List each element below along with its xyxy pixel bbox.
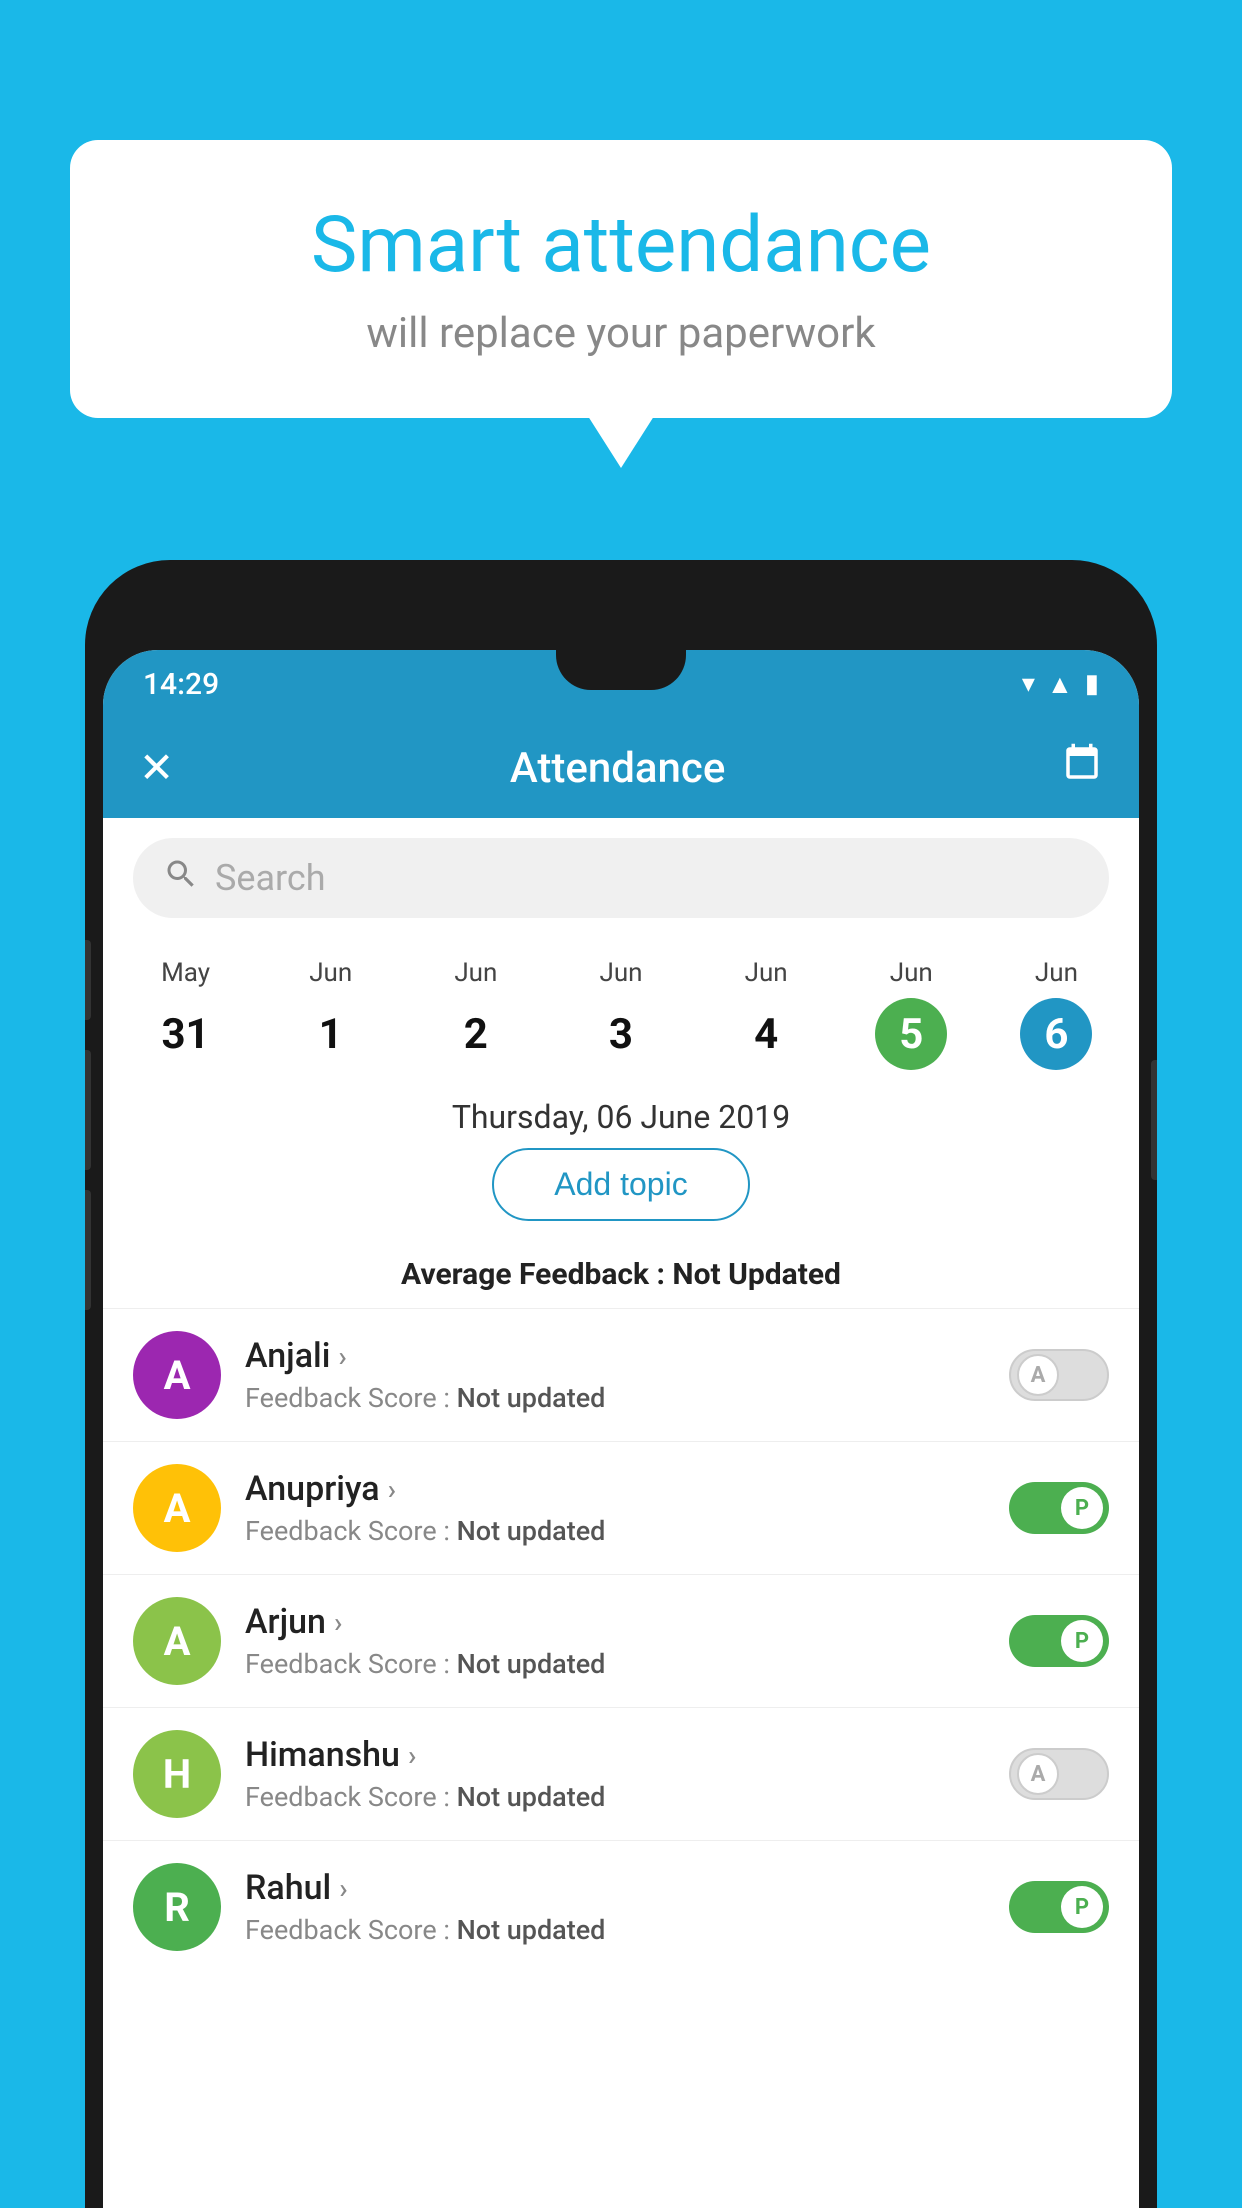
phone-notch xyxy=(556,650,686,690)
student-info: Himanshu › Feedback Score : Not updated xyxy=(245,1735,1009,1813)
phone-frame: 14:29 ▾ ▲ ▮ ✕ Attendance xyxy=(85,560,1157,2208)
cal-date-number: 4 xyxy=(730,998,802,1070)
calendar-icon[interactable] xyxy=(1061,742,1103,795)
speech-bubble-title: Smart attendance xyxy=(140,200,1102,291)
cal-month-label: Jun xyxy=(839,958,984,988)
toggle-knob: P xyxy=(1061,1487,1103,1529)
search-container: Search xyxy=(103,818,1139,938)
cal-month-label: Jun xyxy=(403,958,548,988)
cal-date-number: 31 xyxy=(150,998,222,1070)
feedback-score: Feedback Score : Not updated xyxy=(245,1382,1009,1414)
student-name: Anjali › xyxy=(245,1336,1009,1376)
volume-down-button xyxy=(85,1050,91,1170)
search-bar[interactable]: Search xyxy=(133,838,1109,918)
cal-date-number: 5 xyxy=(875,998,947,1070)
app-bar-title: Attendance xyxy=(174,744,1061,793)
selected-date-label: Thursday, 06 June 2019 xyxy=(103,1080,1139,1148)
signal-icon: ▲ xyxy=(1047,669,1073,700)
toggle-knob: P xyxy=(1061,1886,1103,1928)
attendance-toggle[interactable]: P xyxy=(1009,1615,1109,1667)
calendar-day-5[interactable]: Jun 5 xyxy=(839,958,984,1070)
power-button xyxy=(1151,1060,1157,1180)
cal-date-number: 2 xyxy=(440,998,512,1070)
speech-bubble: Smart attendance will replace your paper… xyxy=(70,140,1172,418)
attendance-toggle[interactable]: P xyxy=(1009,1881,1109,1933)
cal-month-label: May xyxy=(113,958,258,988)
student-avatar: A xyxy=(133,1464,221,1552)
chevron-right-icon: › xyxy=(388,1473,396,1506)
avg-feedback-label: Average Feedback : xyxy=(401,1257,665,1292)
student-name: Himanshu › xyxy=(245,1735,1009,1775)
student-item-arjun[interactable]: A Arjun › Feedback Score : Not updated P xyxy=(103,1574,1139,1707)
student-item-anjali[interactable]: AAnjali ›Feedback Score : Not updatedA xyxy=(103,1308,1139,1441)
student-avatar: A xyxy=(133,1331,221,1419)
student-item-rahul[interactable]: R Rahul › Feedback Score : Not updated P xyxy=(103,1840,1139,1973)
attendance-toggle[interactable]: A xyxy=(1009,1349,1109,1401)
student-item-himanshu[interactable]: H Himanshu › Feedback Score : Not updatedA xyxy=(103,1707,1139,1840)
calendar-day-31[interactable]: May 31 xyxy=(113,958,258,1070)
cal-date-number: 1 xyxy=(295,998,367,1070)
student-avatar: H xyxy=(133,1730,221,1818)
cal-month-label: Jun xyxy=(548,958,693,988)
student-info: Arjun › Feedback Score : Not updated xyxy=(245,1602,1009,1680)
chevron-right-icon: › xyxy=(339,1872,347,1905)
student-name: Rahul › xyxy=(245,1868,1009,1908)
feedback-score: Feedback Score : Not updated xyxy=(245,1914,1009,1946)
chevron-right-icon: › xyxy=(334,1606,342,1639)
attendance-toggle[interactable]: P xyxy=(1009,1482,1109,1534)
cal-month-label: Jun xyxy=(984,958,1129,988)
add-topic-button[interactable]: Add topic xyxy=(492,1148,749,1221)
calendar-day-4[interactable]: Jun 4 xyxy=(694,958,839,1070)
close-icon[interactable]: ✕ xyxy=(139,743,174,793)
toggle-switch[interactable]: P xyxy=(1009,1881,1109,1933)
calendar-day-3[interactable]: Jun 3 xyxy=(548,958,693,1070)
student-list: AAnjali ›Feedback Score : Not updatedAAA… xyxy=(103,1308,1139,1973)
toggle-switch[interactable]: A xyxy=(1009,1748,1109,1800)
student-info: Anjali › Feedback Score : Not updated xyxy=(245,1336,1009,1414)
wifi-icon: ▾ xyxy=(1022,669,1035,699)
battery-icon: ▮ xyxy=(1085,669,1099,699)
speech-bubble-subtitle: will replace your paperwork xyxy=(140,309,1102,358)
status-time: 14:29 xyxy=(143,667,219,702)
volume-up-button xyxy=(85,940,91,1020)
calendar-day-1[interactable]: Jun 1 xyxy=(258,958,403,1070)
calendar-strip: May 31 Jun 1 Jun 2 Jun 3 Jun 4 Jun 5 Jun 6 xyxy=(103,938,1139,1080)
feedback-score: Feedback Score : Not updated xyxy=(245,1515,1009,1547)
cal-date-number: 6 xyxy=(1020,998,1092,1070)
cal-month-label: Jun xyxy=(258,958,403,988)
toggle-switch[interactable]: P xyxy=(1009,1482,1109,1534)
cal-date-number: 3 xyxy=(585,998,657,1070)
student-info: Rahul › Feedback Score : Not updated xyxy=(245,1868,1009,1946)
average-feedback: Average Feedback : Not Updated xyxy=(103,1257,1139,1308)
attendance-toggle[interactable]: A xyxy=(1009,1748,1109,1800)
app-bar: ✕ Attendance xyxy=(103,718,1139,818)
student-avatar: R xyxy=(133,1863,221,1951)
toggle-knob: P xyxy=(1061,1620,1103,1662)
calendar-day-6[interactable]: Jun 6 xyxy=(984,958,1129,1070)
silent-button xyxy=(85,1190,91,1310)
phone-screen: 14:29 ▾ ▲ ▮ ✕ Attendance xyxy=(103,650,1139,2208)
chevron-right-icon: › xyxy=(338,1340,346,1373)
toggle-switch[interactable]: A xyxy=(1009,1349,1109,1401)
student-avatar: A xyxy=(133,1597,221,1685)
calendar-day-2[interactable]: Jun 2 xyxy=(403,958,548,1070)
feedback-score: Feedback Score : Not updated xyxy=(245,1648,1009,1680)
avg-feedback-value: Not Updated xyxy=(672,1257,841,1292)
student-item-anupriya[interactable]: A Anupriya › Feedback Score : Not updated P xyxy=(103,1441,1139,1574)
chevron-right-icon: › xyxy=(408,1739,416,1772)
feedback-score: Feedback Score : Not updated xyxy=(245,1781,1009,1813)
search-placeholder: Search xyxy=(215,857,326,899)
toggle-knob: A xyxy=(1017,1753,1059,1795)
status-icons: ▾ ▲ ▮ xyxy=(1022,669,1099,700)
toggle-knob: A xyxy=(1017,1354,1059,1396)
speech-bubble-container: Smart attendance will replace your paper… xyxy=(70,140,1172,418)
cal-month-label: Jun xyxy=(694,958,839,988)
student-name: Anupriya › xyxy=(245,1469,1009,1509)
student-name: Arjun › xyxy=(245,1602,1009,1642)
search-icon xyxy=(163,856,199,901)
toggle-switch[interactable]: P xyxy=(1009,1615,1109,1667)
student-info: Anupriya › Feedback Score : Not updated xyxy=(245,1469,1009,1547)
